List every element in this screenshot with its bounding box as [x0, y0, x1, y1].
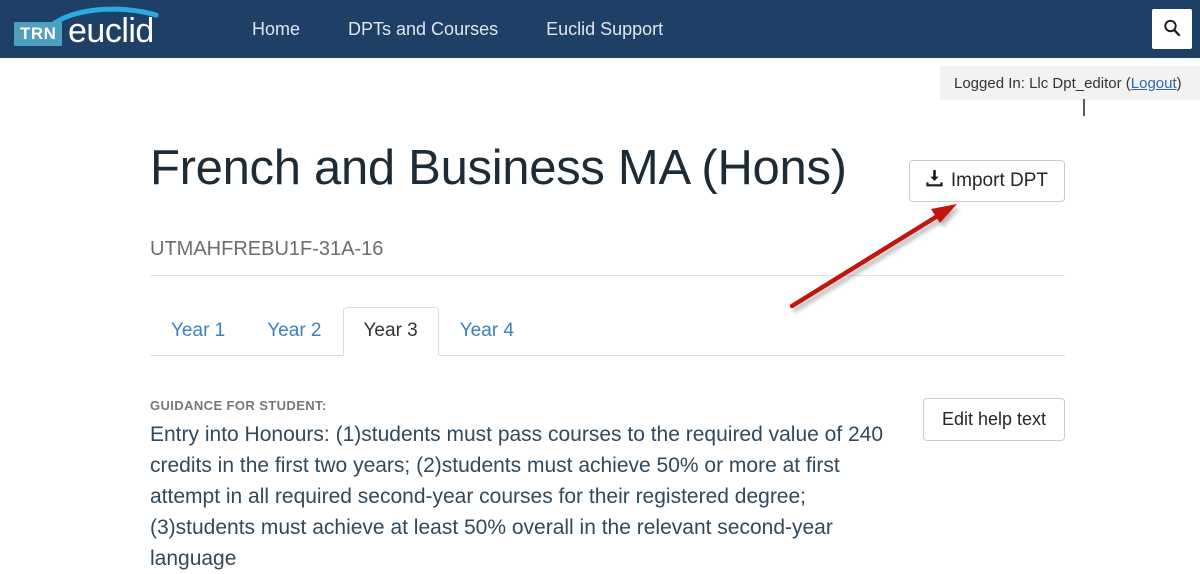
search-button[interactable] — [1152, 9, 1192, 49]
nav-item-dpts-and-courses[interactable]: DPTs and Courses — [324, 0, 522, 58]
top-navbar: TRN euclid Home DPTs and Courses Euclid … — [0, 0, 1200, 58]
nav-item-home[interactable]: Home — [228, 0, 324, 58]
logged-in-text: Logged In: Llc Dpt_editor ( — [954, 74, 1131, 92]
import-dpt-button[interactable]: Import DPT — [908, 160, 1065, 202]
nav-item-euclid-support[interactable]: Euclid Support — [522, 0, 687, 58]
guidance-text: Entry into Honours: (1)students must pas… — [150, 423, 884, 570]
tab-year-3[interactable]: Year 3 — [342, 307, 439, 356]
divider — [150, 275, 1065, 276]
page-title: French and Business MA (Hons) — [150, 141, 847, 195]
search-icon — [1162, 18, 1182, 41]
tab-year-1[interactable]: Year 1 — [150, 307, 246, 356]
download-icon — [926, 169, 943, 193]
tab-year-2[interactable]: Year 2 — [246, 307, 342, 356]
nav-links: Home DPTs and Courses Euclid Support — [228, 0, 687, 58]
page-code: UTMAHFREBU1F-31A-16 — [150, 238, 384, 260]
page-content: French and Business MA (Hons) Import DPT… — [150, 120, 1065, 570]
site-logo[interactable]: TRN euclid — [8, 6, 168, 52]
edit-help-text-button[interactable]: Edit help text — [922, 398, 1065, 441]
text-cursor — [1083, 99, 1085, 116]
import-dpt-label: Import DPT — [950, 170, 1048, 191]
year-tabs: Year 1 Year 2 Year 3 Year 4 — [150, 302, 1065, 356]
title-row: French and Business MA (Hons) Import DPT — [150, 120, 1065, 202]
logged-in-suffix: ) — [1176, 74, 1182, 92]
guidance-section: GUIDANCE FOR STUDENT: Entry into Honours… — [150, 398, 1065, 574]
logged-in-bar: Logged In: Llc Dpt_editor (Logout) — [940, 66, 1200, 100]
logo-wordmark: euclid — [68, 12, 154, 50]
logout-link[interactable]: Logout — [1131, 75, 1177, 92]
logo-badge: TRN — [14, 22, 63, 46]
tab-year-4[interactable]: Year 4 — [439, 307, 535, 356]
